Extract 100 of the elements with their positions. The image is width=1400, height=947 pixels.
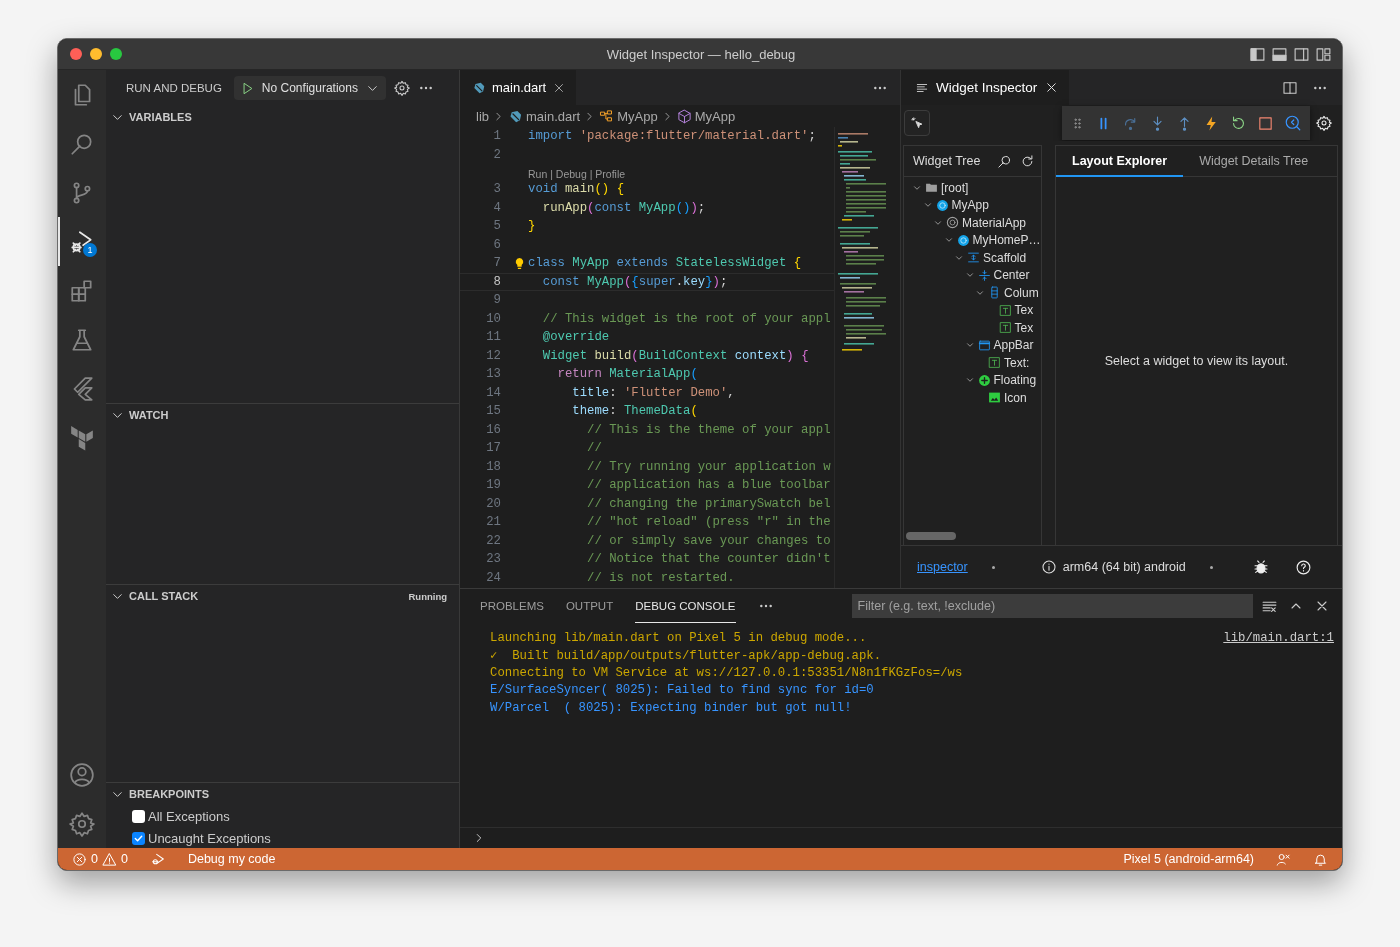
horizontal-scrollbar[interactable] bbox=[906, 532, 956, 540]
lightbulb-icon[interactable] bbox=[513, 256, 526, 270]
section-header[interactable]: CALL STACK bbox=[129, 590, 199, 602]
detail-tab[interactable]: Widget Details Tree bbox=[1183, 146, 1325, 177]
error-icon[interactable] bbox=[72, 851, 87, 867]
breadcrumb-item[interactable]: MyApp bbox=[694, 108, 736, 124]
circle-icon bbox=[935, 198, 949, 212]
checkbox[interactable] bbox=[132, 809, 145, 823]
search-icon[interactable] bbox=[997, 153, 1012, 169]
line-number: 11 bbox=[485, 330, 501, 345]
toggle-panel-icon[interactable] bbox=[1271, 45, 1288, 63]
toggle-sidebar-icon[interactable] bbox=[1249, 45, 1266, 63]
extensions-icon bbox=[69, 277, 95, 304]
debug-icon[interactable] bbox=[149, 851, 166, 867]
breadcrumb-item[interactable]: lib bbox=[476, 108, 489, 124]
code-line: theme: ThemeData( bbox=[571, 404, 698, 419]
bell-icon[interactable] bbox=[1313, 851, 1328, 867]
panel-tab[interactable]: PROBLEMS bbox=[480, 589, 544, 623]
panel-tab[interactable]: OUTPUT bbox=[565, 589, 614, 623]
text-widget-icon bbox=[988, 356, 1001, 370]
widget-tree-item[interactable]: Center bbox=[993, 268, 1030, 283]
code-line: // bbox=[586, 441, 602, 456]
line-number: 19 bbox=[485, 478, 501, 493]
widget-tree-item[interactable]: Floating bbox=[993, 373, 1037, 388]
code-lens[interactable]: Run | Debug | Profile bbox=[528, 168, 626, 180]
blocks-logo-icon bbox=[69, 424, 95, 451]
section-header[interactable]: WATCH bbox=[129, 409, 169, 421]
code-line: class MyApp extends StatelessWidget { bbox=[528, 256, 802, 271]
column-icon bbox=[988, 286, 1001, 300]
console-line: ✓ Built build/app/outputs/flutter-apk/app-debug.apk. bbox=[490, 647, 882, 663]
feedback-icon[interactable] bbox=[1276, 851, 1291, 867]
split-editor-icon[interactable] bbox=[1282, 79, 1298, 96]
line-number: 13 bbox=[485, 367, 501, 382]
customize-layout-icon[interactable] bbox=[1315, 45, 1332, 63]
line-number: 8 bbox=[492, 274, 501, 289]
source-link[interactable]: lib/main.dart:1 bbox=[1223, 630, 1334, 645]
breadcrumb-item[interactable]: MyApp bbox=[617, 108, 658, 124]
code-line: // changing the primarySwatch bel bbox=[586, 496, 831, 511]
warning-count: 0 bbox=[120, 852, 128, 866]
detail-tab[interactable]: Layout Explorer bbox=[1056, 146, 1184, 177]
widget-tree-item[interactable]: MyHomeP… bbox=[972, 233, 1041, 248]
line-number: 3 bbox=[492, 182, 501, 197]
editor-tab[interactable]: Widget Inspector bbox=[901, 70, 1070, 105]
info-icon bbox=[1040, 559, 1057, 575]
dart-file-icon bbox=[508, 108, 523, 124]
line-number: 22 bbox=[485, 533, 501, 548]
panel-title: Widget Tree bbox=[913, 154, 982, 168]
code-line: // This widget is the root of your appl bbox=[541, 311, 831, 326]
widget-tree-item[interactable]: Text: bbox=[1004, 355, 1030, 370]
widget-tree-item[interactable]: Scaffold bbox=[983, 250, 1027, 265]
checkbox[interactable] bbox=[132, 831, 145, 845]
device-status[interactable]: Pixel 5 (android-arm64) bbox=[1123, 852, 1254, 866]
code-line: return MaterialApp( bbox=[556, 367, 698, 382]
window-title: Widget Inspector — hello_debug bbox=[605, 46, 797, 62]
refresh-icon[interactable] bbox=[1020, 153, 1035, 169]
widget-tree-item[interactable]: [root] bbox=[941, 180, 969, 195]
code-line: runApp(const MyApp()); bbox=[541, 200, 706, 215]
section-header[interactable]: BREAKPOINTS bbox=[129, 788, 210, 800]
widget-tree-item[interactable]: Tex bbox=[1014, 303, 1034, 318]
select-widget-button[interactable] bbox=[904, 110, 930, 136]
help-icon[interactable] bbox=[1294, 558, 1312, 576]
ring-icon bbox=[946, 216, 959, 230]
account-icon[interactable] bbox=[69, 761, 95, 788]
widget-tree-item[interactable]: MaterialApp bbox=[962, 215, 1027, 230]
close-window-button[interactable] bbox=[70, 48, 82, 60]
settings-icon[interactable] bbox=[393, 80, 410, 96]
magnifier-icon[interactable] bbox=[1284, 114, 1302, 132]
circle-icon bbox=[956, 233, 970, 247]
widget-tree-item[interactable]: MyApp bbox=[951, 198, 989, 213]
folder-icon bbox=[925, 181, 938, 195]
breadcrumb-item[interactable]: main.dart bbox=[526, 108, 581, 124]
breakpoint-label: All Exceptions bbox=[148, 808, 230, 824]
widget-tree-item[interactable]: Icon bbox=[1004, 390, 1027, 405]
image-icon bbox=[988, 391, 1001, 405]
line-number: 15 bbox=[485, 404, 501, 419]
console-line: Connecting to VM Service at ws://127.0.0.1:53351/N8n1fKGzFos=/ws bbox=[490, 665, 963, 680]
toggle-secondary-sidebar-icon[interactable] bbox=[1293, 45, 1310, 63]
zoom-window-button[interactable] bbox=[110, 48, 122, 60]
warning-icon[interactable] bbox=[101, 851, 117, 867]
widget-tree-item[interactable]: AppBar bbox=[993, 338, 1034, 353]
code-line: // Notice that the counter didn't bbox=[586, 552, 831, 567]
filter-field[interactable]: Filter (e.g. text, !exclude) bbox=[851, 594, 1253, 618]
error-count: 0 bbox=[91, 852, 98, 866]
section-header[interactable]: VARIABLES bbox=[129, 111, 192, 123]
code-line: import 'package:flutter/material.dart'; bbox=[528, 129, 816, 144]
console-line: E/SurfaceSyncer( 8025): Failed to find sync for id=0 bbox=[490, 683, 874, 698]
editor-tab[interactable]: main.dart bbox=[460, 70, 577, 105]
stop-icon[interactable] bbox=[1257, 114, 1274, 132]
code-line: } bbox=[528, 219, 536, 234]
panel-tab[interactable]: DEBUG CONSOLE bbox=[635, 589, 736, 623]
line-number: 18 bbox=[485, 459, 501, 474]
code-line: // "hot reload" (press "r" in the bbox=[586, 515, 831, 530]
status-item[interactable]: Debug my code bbox=[187, 852, 276, 866]
widget-tree-item[interactable]: Tex bbox=[1014, 320, 1034, 335]
restart-icon[interactable] bbox=[1230, 114, 1247, 132]
inspector-link[interactable]: inspector bbox=[917, 560, 968, 574]
configuration-dropdown[interactable]: No Configurations bbox=[233, 76, 386, 100]
widget-tree-item[interactable]: Colum bbox=[1004, 285, 1039, 300]
bug-icon[interactable] bbox=[1252, 559, 1269, 575]
minimize-window-button[interactable] bbox=[90, 48, 102, 60]
